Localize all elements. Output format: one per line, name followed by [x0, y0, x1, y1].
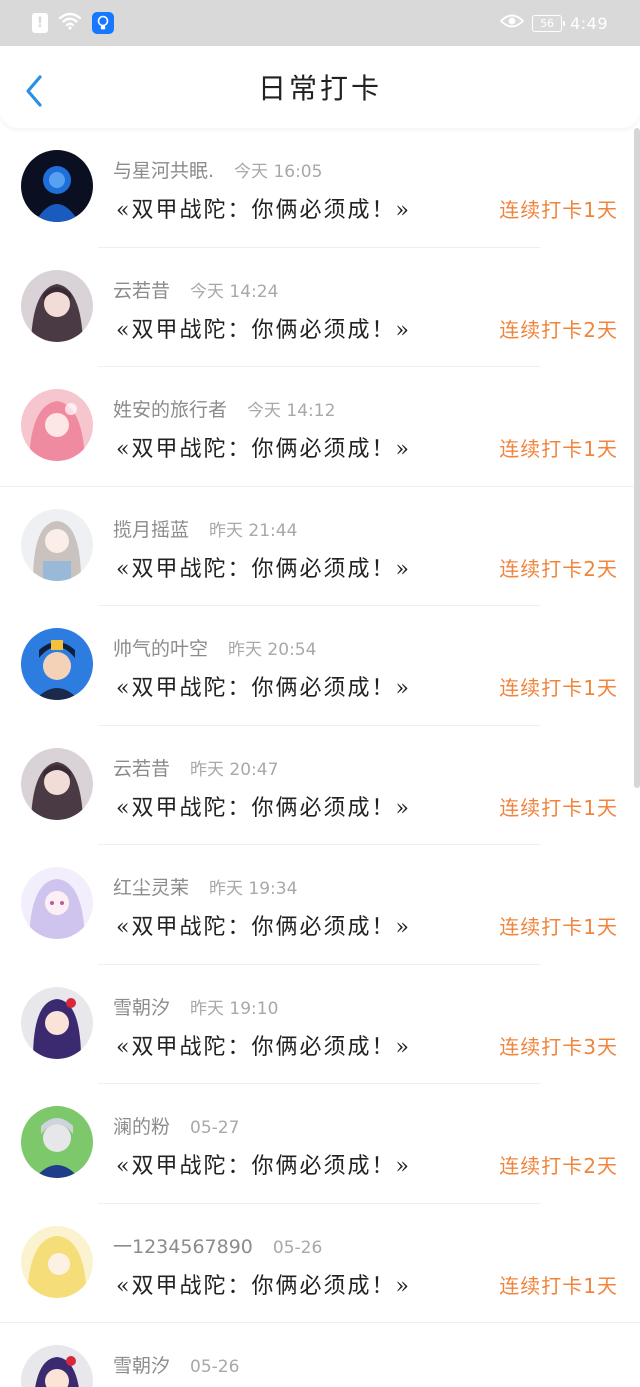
- status-left-icons: !: [32, 12, 114, 34]
- checkin-row[interactable]: 云若昔 今天 14:24 «双甲战陀：你俩必须成！» 连续打卡2天: [0, 248, 640, 368]
- lightbulb-icon: [92, 12, 114, 34]
- quest-title: «双甲战陀：你俩必须成！»: [116, 1034, 411, 1060]
- checkin-time: 昨天 21:44: [209, 520, 298, 541]
- checkin-time: 今天 16:05: [234, 162, 323, 182]
- scrollbar[interactable]: [634, 128, 640, 788]
- back-arrow-icon: [26, 75, 42, 107]
- user-name[interactable]: 云若昔: [113, 754, 170, 781]
- user-name[interactable]: 姓安的旅行者: [113, 395, 227, 422]
- avatar[interactable]: [21, 747, 93, 820]
- streak-label: 连续打卡1天: [499, 437, 618, 461]
- eye-icon: [499, 13, 525, 33]
- checkin-meta: 雪朝汐 昨天 19:10: [113, 993, 278, 1020]
- avatar[interactable]: [21, 508, 93, 581]
- quest-title: «双甲战陀：你俩必须成！»: [116, 198, 411, 223]
- checkin-row[interactable]: 揽月摇蓝 昨天 21:44 «双甲战陀：你俩必须成！» 连续打卡2天: [0, 487, 640, 607]
- checkin-row[interactable]: 云若昔 昨天 20:47 «双甲战陀：你俩必须成！» 连续打卡1天: [0, 726, 640, 846]
- checkin-row[interactable]: 与星河共眠. 今天 16:05 «双甲战陀：你俩必须成！» 连续打卡1天: [0, 128, 640, 248]
- quest-title: «双甲战陀：你俩必须成！»: [116, 795, 411, 821]
- checkin-meta: 云若昔 昨天 20:47: [113, 754, 278, 781]
- streak-label: 连续打卡1天: [499, 795, 618, 820]
- streak-label: 连续打卡2天: [499, 556, 618, 581]
- user-name[interactable]: 雪朝汐: [113, 993, 170, 1020]
- status-right-icons: 56 4:49: [499, 13, 608, 33]
- checkin-time: 今天 14:24: [190, 281, 279, 302]
- checkin-meta: 云若昔 今天 14:24: [113, 276, 278, 303]
- checkin-meta: 红尘灵茉 昨天 19:34: [113, 873, 297, 900]
- page-header: 日常打卡: [0, 46, 640, 128]
- user-name[interactable]: 澜的粉: [113, 1112, 170, 1139]
- checkin-meta: 澜的粉 05-27: [113, 1112, 239, 1139]
- checkin-list: 与星河共眠. 今天 16:05 «双甲战陀：你俩必须成！» 连续打卡1天 云若昔…: [0, 128, 640, 1387]
- streak-label: 连续打卡1天: [499, 198, 618, 222]
- checkin-time: 昨天 19:34: [209, 879, 298, 899]
- avatar[interactable]: [21, 628, 93, 700]
- status-time: 4:49: [570, 13, 608, 33]
- checkin-time: 05-26: [272, 1237, 323, 1258]
- checkin-time: 05-27: [190, 1118, 240, 1138]
- user-name[interactable]: 与星河共眠.: [113, 156, 214, 183]
- checkin-meta: 揽月摇蓝 昨天 21:44: [113, 515, 297, 542]
- checkin-row[interactable]: 澜的粉 05-27 «双甲战陀：你俩必须成！» 连续打卡2天: [0, 1084, 640, 1204]
- back-button[interactable]: [20, 73, 50, 109]
- quest-title: «双甲战陀：你俩必须成！»: [116, 676, 411, 701]
- streak-label: 连续打卡3天: [499, 1034, 618, 1059]
- quest-title: «双甲战陀：你俩必须成！»: [116, 556, 411, 582]
- battery-indicator: 56: [532, 14, 566, 32]
- user-name[interactable]: 一1234567890: [113, 1232, 253, 1259]
- streak-label: 连续打卡1天: [499, 915, 618, 939]
- checkin-time: 今天 14:12: [247, 401, 336, 421]
- user-name[interactable]: 揽月摇蓝: [113, 515, 189, 542]
- avatar[interactable]: [21, 269, 93, 342]
- avatar[interactable]: [21, 1225, 93, 1298]
- avatar[interactable]: [21, 389, 93, 461]
- avatar[interactable]: [21, 986, 93, 1059]
- quest-title: «双甲战陀：你俩必须成！»: [116, 1154, 411, 1179]
- quest-title: «双甲战陀：你俩必须成！»: [116, 437, 411, 462]
- checkin-time: 昨天 20:47: [190, 759, 279, 780]
- quest-title: «双甲战陀：你俩必须成！»: [116, 317, 411, 343]
- user-name[interactable]: 帅气的叶空: [113, 634, 208, 661]
- streak-label: 连续打卡2天: [499, 317, 618, 342]
- streak-label: 连续打卡2天: [499, 1154, 618, 1178]
- checkin-meta: 与星河共眠. 今天 16:05: [113, 156, 322, 183]
- user-name[interactable]: 红尘灵茉: [113, 873, 189, 900]
- checkin-meta: 帅气的叶空 昨天 20:54: [113, 634, 316, 661]
- avatar[interactable]: [21, 1106, 93, 1178]
- checkin-row[interactable]: 帅气的叶空 昨天 20:54 «双甲战陀：你俩必须成！» 连续打卡1天: [0, 606, 640, 726]
- user-name[interactable]: 雪朝汐: [113, 1351, 170, 1378]
- checkin-row[interactable]: 姓安的旅行者 今天 14:12 «双甲战陀：你俩必须成！» 连续打卡1天: [0, 367, 640, 487]
- quest-title: «双甲战陀：你俩必须成！»: [116, 915, 411, 940]
- user-name[interactable]: 云若昔: [113, 276, 170, 303]
- checkin-time: 昨天 20:54: [228, 640, 317, 660]
- checkin-row[interactable]: 红尘灵茉 昨天 19:34 «双甲战陀：你俩必须成！» 连续打卡1天: [0, 845, 640, 965]
- checkin-time: 昨天 19:10: [190, 998, 279, 1019]
- alert-icon: !: [32, 13, 48, 33]
- checkin-row[interactable]: 雪朝汐 05-26: [0, 1323, 640, 1387]
- avatar[interactable]: [21, 150, 93, 222]
- avatar[interactable]: [21, 1345, 93, 1387]
- checkin-row[interactable]: 雪朝汐 昨天 19:10 «双甲战陀：你俩必须成！» 连续打卡3天: [0, 965, 640, 1085]
- streak-label: 连续打卡1天: [499, 676, 618, 700]
- checkin-meta: 雪朝汐 05-26: [113, 1351, 239, 1378]
- checkin-meta: 一1234567890 05-26: [113, 1232, 322, 1259]
- avatar[interactable]: [21, 867, 93, 939]
- streak-label: 连续打卡1天: [499, 1273, 618, 1298]
- checkin-row[interactable]: 一1234567890 05-26 «双甲战陀：你俩必须成！» 连续打卡1天: [0, 1204, 640, 1324]
- page-title: 日常打卡: [257, 72, 382, 105]
- quest-title: «双甲战陀：你俩必须成！»: [116, 1273, 411, 1299]
- wifi-icon: [58, 12, 82, 34]
- checkin-meta: 姓安的旅行者 今天 14:12: [113, 395, 335, 422]
- checkin-time: 05-26: [190, 1357, 240, 1377]
- status-bar: ! 56 4:49: [0, 0, 640, 46]
